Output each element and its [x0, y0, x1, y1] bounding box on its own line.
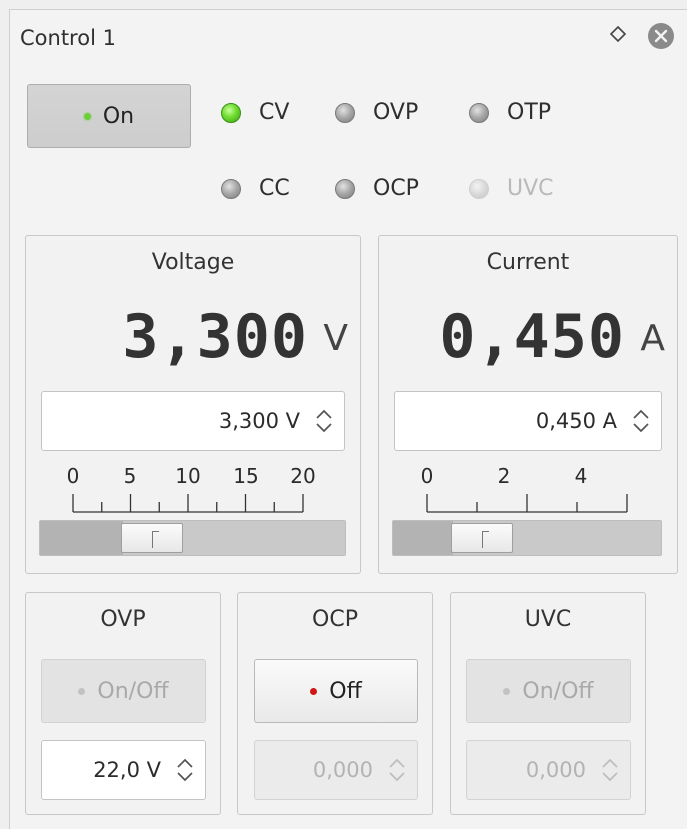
led-ocp: OCP — [335, 176, 419, 201]
ovp-title: OVP — [100, 607, 146, 632]
voltage-panel: Voltage 3,300 V 3,300 V 0 5 10 15 20 — [25, 235, 361, 574]
uvc-spinbox[interactable]: 0,000 — [466, 740, 631, 800]
voltage-scale-label: 20 — [290, 464, 316, 488]
ovp-spinbox-value: 22,0 V — [93, 758, 161, 782]
spin-arrows-icon[interactable] — [600, 755, 620, 785]
uvc-toggle-button[interactable]: On/Off — [466, 659, 631, 723]
led-ovp: OVP — [335, 100, 418, 125]
voltage-spinbox[interactable]: 3,300 V — [41, 391, 345, 451]
ocp-spinbox[interactable]: 0,000 — [254, 740, 418, 800]
led-ovp-icon — [335, 102, 355, 123]
voltage-title: Voltage — [151, 250, 235, 275]
uvc-title: UVC — [524, 607, 572, 632]
power-indicator-icon — [83, 112, 91, 120]
current-scale-label: 4 — [574, 464, 588, 488]
ovp-indicator-icon — [78, 687, 86, 695]
current-slider-handle[interactable] — [451, 523, 514, 553]
current-readout: 0,450 — [439, 302, 625, 372]
ocp-panel: OCP Off 0,000 — [237, 592, 433, 815]
ocp-spinbox-value: 0,000 — [312, 758, 373, 782]
uvc-indicator-icon — [503, 687, 511, 695]
current-tick-marks — [426, 494, 628, 513]
float-diamond-icon[interactable] — [606, 22, 630, 46]
voltage-slider-fill — [40, 521, 123, 555]
ocp-indicator-icon — [310, 687, 318, 695]
current-title: Current — [486, 250, 570, 275]
current-panel: Current 0,450 A 0,450 A 0 2 4 — [378, 235, 678, 574]
voltage-readout: 3,300 — [122, 302, 308, 372]
led-cv-label: CV — [259, 100, 290, 125]
ovp-spinbox[interactable]: 22,0 V — [41, 740, 206, 800]
ovp-button-label: On/Off — [97, 678, 169, 704]
voltage-scale-label: 10 — [175, 464, 201, 488]
led-ovp-label: OVP — [373, 100, 419, 125]
current-scale-label: 0 — [420, 464, 434, 488]
ocp-toggle-button[interactable]: Off — [254, 659, 418, 723]
led-ocp-label: OCP — [373, 176, 419, 201]
uvc-button-label: On/Off — [522, 678, 594, 704]
current-scale: 0 2 4 — [379, 464, 677, 519]
voltage-slider-handle[interactable] — [120, 523, 183, 553]
led-cc-label: CC — [259, 176, 290, 201]
led-cc-icon — [221, 178, 241, 199]
led-uvc: UVC — [469, 176, 554, 201]
current-slider-fill — [393, 521, 454, 555]
spin-arrows-icon[interactable] — [631, 406, 651, 436]
voltage-spinbox-value: 3,300 V — [218, 409, 300, 433]
voltage-scale-label: 0 — [66, 464, 80, 488]
voltage-slider[interactable] — [39, 520, 346, 556]
uvc-spinbox-value: 0,000 — [525, 758, 586, 782]
spin-arrows-icon[interactable] — [175, 755, 195, 785]
spin-arrows-icon[interactable] — [387, 755, 407, 785]
led-cv-icon — [221, 102, 241, 123]
power-on-button[interactable]: On — [27, 84, 191, 148]
voltage-scale-label: 5 — [123, 464, 137, 488]
led-uvc-label: UVC — [507, 176, 554, 201]
current-spinbox-value: 0,450 A — [535, 409, 617, 433]
voltage-scale-label: 15 — [233, 464, 259, 488]
voltage-unit: V — [323, 318, 348, 359]
led-cv: CV — [221, 100, 289, 125]
current-slider[interactable] — [392, 520, 662, 556]
spin-arrows-icon[interactable] — [314, 406, 334, 436]
led-ocp-icon — [335, 178, 355, 199]
current-scale-label: 2 — [497, 464, 511, 488]
voltage-scale: 0 5 10 15 20 — [26, 464, 360, 519]
led-otp: OTP — [469, 100, 551, 125]
led-cc: CC — [221, 176, 290, 201]
uvc-panel: UVC On/Off 0,000 — [450, 592, 646, 815]
window-title: Control 1 — [20, 26, 116, 50]
current-unit: A — [640, 318, 665, 359]
ocp-button-label: Off — [329, 678, 362, 704]
ovp-toggle-button[interactable]: On/Off — [41, 659, 206, 723]
power-button-label: On — [102, 103, 135, 129]
voltage-tick-marks — [72, 494, 304, 513]
led-otp-icon — [469, 102, 489, 123]
ovp-panel: OVP On/Off 22,0 V — [25, 592, 221, 815]
current-spinbox[interactable]: 0,450 A — [394, 391, 662, 451]
led-uvc-icon — [469, 178, 489, 199]
close-circle-icon[interactable] — [647, 22, 675, 50]
led-otp-label: OTP — [507, 100, 552, 125]
ocp-title: OCP — [312, 607, 358, 632]
